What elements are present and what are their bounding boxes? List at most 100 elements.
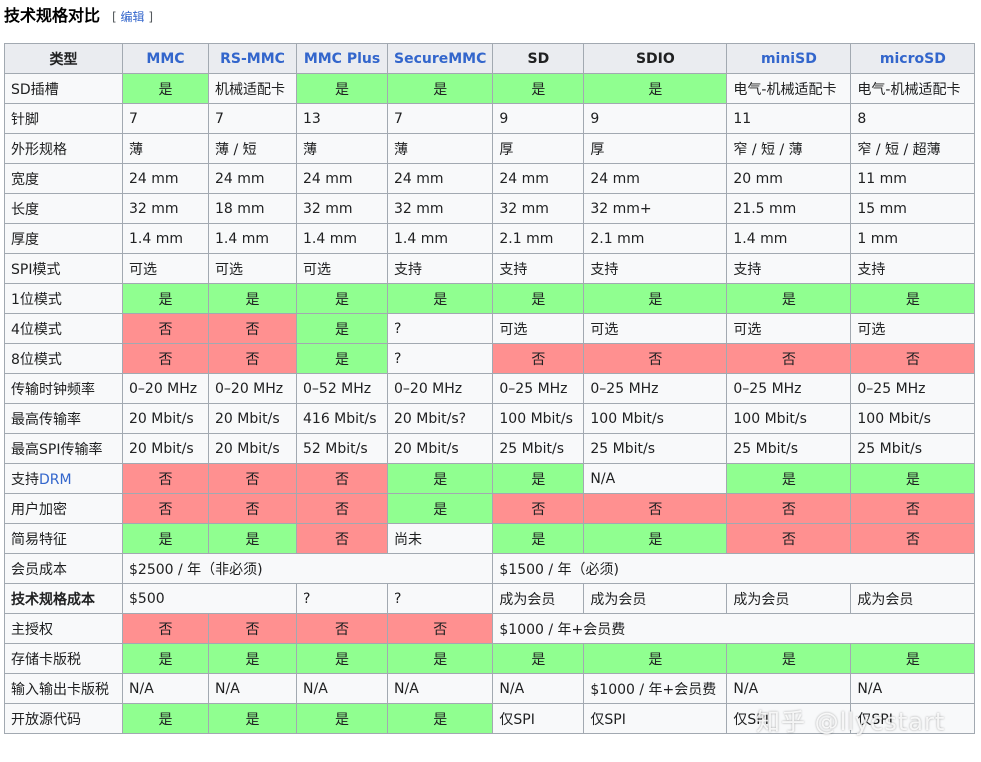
table-cell: 电气-机械适配卡 [850, 73, 976, 104]
table-cell: 是 [492, 523, 585, 554]
row-label: 针脚 [4, 103, 123, 134]
row-label: 长度 [4, 193, 123, 224]
table-cell: 1.4 mm [386, 223, 494, 254]
table-cell: 100 Mbit/s [726, 403, 852, 434]
table-cell: 1 mm [850, 223, 976, 254]
table-cell: 25 Mbit/s [850, 433, 976, 464]
table-row: SPI模式 可选 可选 可选 支持 支持 支持 支持 支持 [4, 253, 976, 284]
table-cell: 薄 [386, 133, 494, 164]
table-cell: 可选 [208, 253, 297, 284]
table-cell: 24 mm [386, 163, 494, 194]
table-cell: 是 [492, 463, 585, 494]
table-cell: 是 [726, 463, 852, 494]
table-row: 4位模式否否是? 可选 可选 可选 可选 [4, 313, 976, 344]
row-label: 1位模式 [4, 283, 123, 314]
column-header-mmc[interactable]: MMC [122, 43, 209, 74]
table-cell: 仅SPI [583, 703, 728, 734]
table-cell: 11 [726, 103, 852, 134]
table-row: 1位模式是是是是是是是是 [4, 283, 976, 314]
section-heading: 技术规格对比 [ 编辑 ] [4, 2, 153, 30]
table-cell: 是 [208, 523, 297, 554]
row-label: 开放源代码 [4, 703, 123, 734]
table-cell: 支持 [492, 253, 585, 284]
row-label: 宽度 [4, 163, 123, 194]
table-cell: 仅SPI [726, 703, 852, 734]
table-cell: ? [386, 583, 494, 614]
table-cell: 可选 [850, 313, 976, 344]
row-label: 4位模式 [4, 313, 123, 344]
row-label: 会员成本 [4, 553, 123, 584]
table-cell: 仅SPI [850, 703, 976, 734]
column-header-mmc-plus[interactable]: MMC Plus [296, 43, 388, 74]
edit-link[interactable]: 编辑 [121, 10, 145, 24]
table-cell: ? [386, 313, 494, 344]
column-header-rs-mmc[interactable]: RS-MMC [208, 43, 297, 74]
row-label: 存储卡版税 [4, 643, 123, 674]
table-cell: 20 Mbit/s [208, 403, 297, 434]
section-title: 技术规格对比 [4, 6, 101, 25]
table-cell: 否 [850, 343, 976, 374]
table-cell: 是 [583, 523, 728, 554]
table-cell: 窄 / 短 / 超薄 [850, 133, 976, 164]
table-cell: N/A [296, 673, 388, 704]
table-cell: 1.4 mm [208, 223, 297, 254]
row-label: 外形规格 [4, 133, 123, 164]
table-cell: 支持 [583, 253, 728, 284]
table-cell: 15 mm [850, 193, 976, 224]
row-label: 传输时钟频率 [4, 373, 123, 404]
table-cell: 厚 [583, 133, 728, 164]
column-header-sdio: SDIO [583, 43, 728, 74]
table-cell: N/A [492, 673, 585, 704]
table-cell: 否 [122, 343, 209, 374]
table-cell: 是 [122, 283, 209, 314]
row-label: 简易特征 [4, 523, 123, 554]
table-row: 开放源代码是是是是仅SPI 仅SPI 仅SPI 仅SPI [4, 703, 976, 734]
drm-link[interactable]: DRM [39, 472, 72, 488]
table-cell: 11 mm [850, 163, 976, 194]
table-cell: 是 [122, 523, 209, 554]
table-cell: 0–25 MHz [726, 373, 852, 404]
spec-comparison-table: 类型 MMC RS-MMC MMC Plus SecureMMC SD SDIO miniSD… [4, 43, 976, 734]
table-cell: 7 [386, 103, 494, 134]
table-row: 针脚 7 7 13 7 9 9 11 8 [4, 103, 976, 134]
table-cell: 20 Mbit/s [122, 403, 209, 434]
table-cell: 是 [492, 283, 585, 314]
table-row: 最高传输率 20 Mbit/s 20 Mbit/s 416 Mbit/s 20 Mbit… [4, 403, 976, 434]
table-cell: 9 [583, 103, 728, 134]
table-cell: 是 [386, 73, 494, 104]
table-cell: N/A [850, 673, 976, 704]
table-cell: 支持 [386, 253, 494, 284]
table-row: 用户加密否否否是否否否否 [4, 493, 976, 524]
table-cell: 是 [726, 283, 852, 314]
table-cell: 32 mm [492, 193, 585, 224]
edit-section: [ 编辑 ] [112, 10, 154, 24]
table-cell: 是 [386, 283, 494, 314]
table-cell: 是 [296, 703, 388, 734]
row-label: 主授权 [4, 613, 123, 644]
table-cell: 18 mm [208, 193, 297, 224]
table-cell: $1500 / 年（必须) [492, 553, 976, 584]
column-header-minisd[interactable]: miniSD [726, 43, 852, 74]
table-cell: 0–52 MHz [296, 373, 388, 404]
table-cell: 0–25 MHz [492, 373, 585, 404]
column-header-microsd[interactable]: microSD [850, 43, 976, 74]
table-cell: 薄 [296, 133, 388, 164]
table-row: 厚度 1.4 mm 1.4 mm 1.4 mm 1.4 mm 2.1 mm 2.1 mm 1.… [4, 223, 976, 254]
table-cell: 24 mm [492, 163, 585, 194]
row-label: SPI模式 [4, 253, 123, 284]
table-cell: 是 [583, 643, 728, 674]
row-label: SD插槽 [4, 73, 123, 104]
row-label: 最高传输率 [4, 403, 123, 434]
table-cell: 是 [122, 73, 209, 104]
table-cell: N/A [583, 463, 728, 494]
table-cell: 否 [208, 463, 297, 494]
column-header-type: 类型 [4, 43, 123, 74]
table-cell: 20 Mbit/s? [386, 403, 494, 434]
table-cell: 是 [208, 643, 297, 674]
table-cell: 可选 [492, 313, 585, 344]
table-cell: N/A [208, 673, 297, 704]
table-cell: 成为会员 [492, 583, 585, 614]
column-header-securemmc[interactable]: SecureMMC [386, 43, 494, 74]
table-row: 存储卡版税是是是是是是是是 [4, 643, 976, 674]
table-cell: 0–20 MHz [386, 373, 494, 404]
